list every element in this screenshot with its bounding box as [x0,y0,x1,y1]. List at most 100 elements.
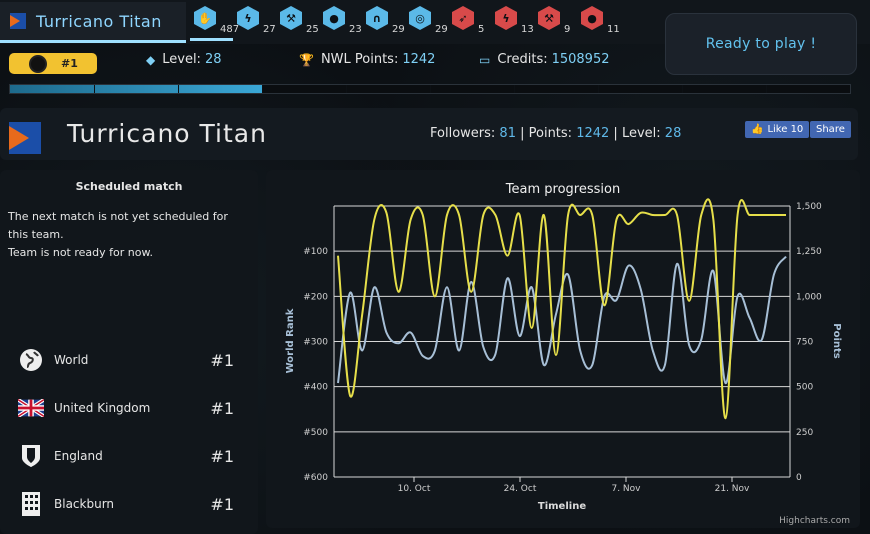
badge-bar: ✋ 487 ϟ 27 ⚒ 25 ● 23 ∩ 29 ◎ 29 ➶ 5 ϟ 13 ⚒ 9 ● 11 [190,6,620,41]
badge-count: 23 [349,24,362,35]
badge-count: 5 [478,24,485,35]
team-meta: Followers: 81 | Points: 1242 | Level: 28 [430,126,682,141]
page-title: Turricano Titan [67,119,267,148]
badge-hammer[interactable]: ⚒ 9 [534,6,577,38]
points-value: 1242 [576,126,610,141]
x-tick-label: 24. Oct [504,484,537,494]
uk-flag-icon [18,395,44,421]
left-tick-label: #600 [303,473,328,483]
ready-to-play-button[interactable]: Ready to play ! [665,13,857,75]
badge-bulb[interactable]: ● 23 [319,6,362,38]
right-tick-label: 1,000 [796,292,822,302]
left-tick-label: #500 [303,428,328,438]
team-header: Turricano Titan Followers: 81 | Points: … [0,108,858,160]
level-stat: ◆ Level: 28 [146,52,221,67]
badge-target[interactable]: ◎ 29 [405,6,448,38]
region-rank: #1 [210,398,234,418]
x-tick-label: 21. Nov [715,484,750,494]
region-row-england[interactable]: England #1 [0,432,258,480]
team-tab[interactable]: Turricano Titan [0,2,186,43]
x-tick-label: 10. Oct [398,484,431,494]
scheduled-match-line2: Team is not ready for now. [8,246,153,259]
header-level-label: Level: [621,126,661,141]
progress-fill [10,85,262,93]
left-tick-label: #300 [303,338,328,348]
region-name: Blackburn [54,497,115,511]
team-progression-chart: Team progression Timeline World Rank Poi… [266,170,860,528]
highcharts-credit[interactable]: Highcharts.com [779,516,850,526]
badge-hand[interactable]: ✋ 487 [190,6,239,41]
chart-svg: Team progression Timeline World Rank Poi… [285,182,850,526]
left-tick-label: #400 [303,383,328,393]
right-tick-label: 250 [796,428,813,438]
followers-value: 81 [499,126,516,141]
fb-like-button[interactable]: 👍 Like 10 [745,121,810,138]
team-big-logo-icon [9,122,41,154]
region-name: England [54,449,103,463]
fb-share-button[interactable]: Share [810,121,851,138]
level-progress-bar [9,84,851,94]
level-diamond-icon: ◆ [146,52,156,67]
badge-count: 27 [263,24,276,35]
rocket-icon: ➶ [452,6,474,30]
hand-icon: ✋ [194,6,216,30]
badge-lightning[interactable]: ϟ 13 [491,6,534,38]
shield-icon [18,443,44,469]
bulb-icon: ● [581,6,603,30]
chart-xlabel: Timeline [538,501,586,512]
right-tick-label: 0 [796,473,802,483]
region-rank: #1 [210,446,234,466]
badge-count: 13 [521,24,534,35]
region-row-uk[interactable]: United Kingdom #1 [0,384,258,432]
badge-bulb[interactable]: ● 11 [577,6,620,38]
lightning-icon: ϟ [237,6,259,30]
thumbs-up-icon: 👍 [751,124,764,135]
badge-count: 29 [435,24,448,35]
followers-label: Followers: [430,126,496,141]
chart-title: Team progression [505,182,620,197]
right-tick-label: 500 [796,383,813,393]
target-icon: ◎ [409,6,431,30]
region-name: United Kingdom [54,401,151,415]
left-tick-label: #200 [303,292,328,302]
scheduled-match-title: Scheduled match [75,180,183,193]
right-tick-label: 750 [796,338,813,348]
credits-stat: ▭ Credits: 1508952 [479,52,610,67]
rank-value: #1 [61,57,78,70]
hammer-icon: ⚒ [538,6,560,30]
badge-rocket[interactable]: ➶ 5 [448,6,491,38]
globe-icon [18,347,44,373]
credits-value: 1508952 [551,52,610,67]
credits-label: Credits: [497,52,548,67]
region-rank: #1 [210,350,234,370]
scheduled-match-text: The next match is not yet scheduled for … [8,208,248,262]
scheduled-match-panel: Scheduled match The next match is not ye… [0,170,258,534]
chart-ylabel-left: World Rank [285,308,296,373]
x-tick-label: 7. Nov [611,484,641,494]
region-row-world[interactable]: World #1 [0,336,258,384]
building-icon [18,491,44,517]
header-level-value: 28 [664,126,682,141]
credit-card-icon: ▭ [479,52,491,67]
right-tick-label: 1,250 [796,247,822,257]
team-tab-name: Turricano Titan [36,11,162,31]
badge-count: 9 [564,24,571,35]
rank-pill[interactable]: #1 [9,53,97,74]
right-tick-label: 1,500 [796,202,822,212]
fb-like-label: Like 10 [767,124,804,135]
level-value: 28 [204,52,222,67]
stats-bar: #1 ◆ Level: 28 🏆 NWL Points: 1242 ▭ Cred… [0,44,665,78]
points-label: Points: [528,126,573,141]
badge-lightning[interactable]: ϟ 27 [233,6,276,38]
badge-hammer[interactable]: ⚒ 25 [276,6,319,38]
badge-count: 25 [306,24,319,35]
nwl-stat: 🏆 NWL Points: 1242 [299,52,435,67]
badge-magnet[interactable]: ∩ 29 [362,6,405,38]
badge-count: 11 [607,24,620,35]
bulb-icon: ● [323,6,345,30]
region-row-blackburn[interactable]: Blackburn #1 [0,480,258,528]
lightning-icon: ϟ [495,6,517,30]
series-line-world-rank[interactable] [337,198,786,420]
region-name: World [54,353,89,367]
team-logo-icon [10,13,26,29]
